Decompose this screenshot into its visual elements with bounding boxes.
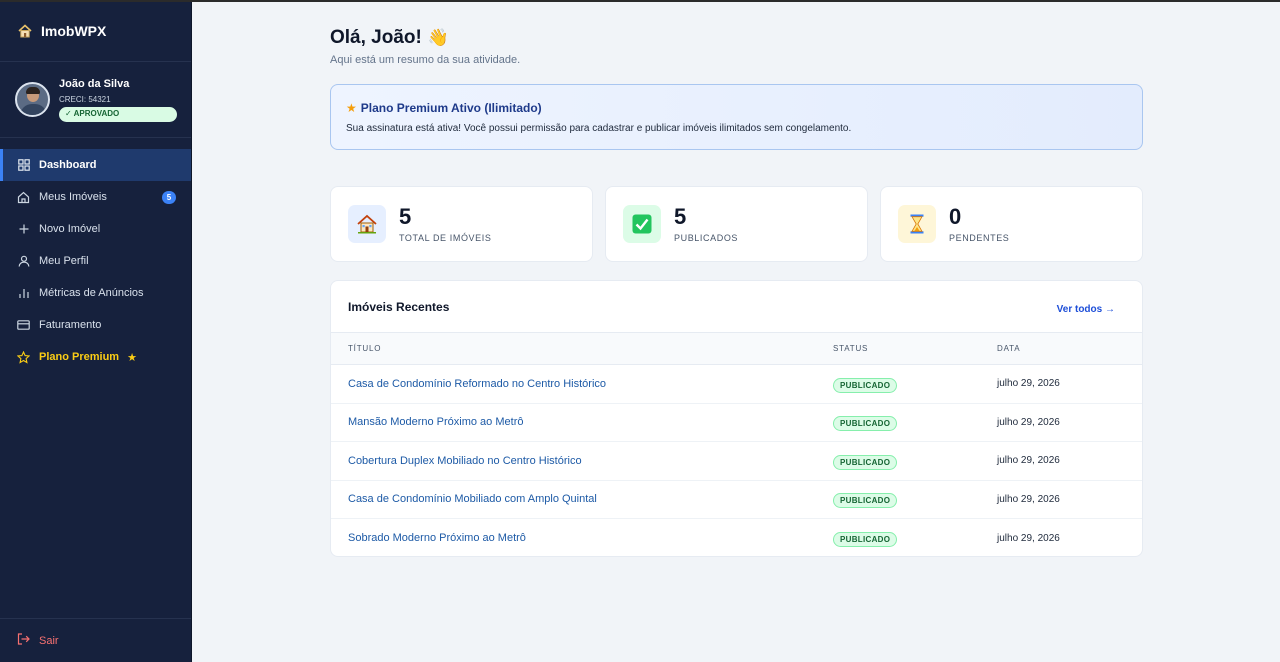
property-title-link[interactable]: Mansão Moderno Próximo ao Metrô [331,416,816,428]
sidebar-item-label: Métricas de Anúncios [39,287,144,299]
user-name: João da Silva [59,77,130,90]
main-content: Olá, João! 👋 Aqui está um resumo da sua … [330,26,1143,557]
avatar[interactable] [15,82,50,117]
page-title: Olá, João! 👋 [330,26,1143,50]
status-badge: PUBLICADO [833,377,898,393]
sidebar-item-faturamento[interactable]: Faturamento [0,309,191,341]
status-badge: PUBLICADO [833,454,898,470]
stat-card-publicados: 5 PUBLICADOS [605,186,868,262]
table-row: Casa de Condomínio Reformado no Centro H… [331,365,1142,404]
stat-label: PUBLICADOS [674,233,739,243]
column-header-title[interactable]: TÍTULO [331,344,816,353]
property-title-link[interactable]: Casa de Condomínio Reformado no Centro H… [331,378,816,390]
brand-name: ImobWPX [41,22,107,39]
premium-status-banner: ★ Plano Premium Ativo (Ilimitado) Sua as… [330,84,1143,150]
column-header-date[interactable]: DATA [980,344,1020,353]
sidebar-item-dashboard[interactable]: Dashboard [0,149,191,181]
sidebar-item-label: Plano Premium [39,351,120,363]
property-date: julho 29, 2026 [997,416,1060,428]
premium-banner-title: ★ Plano Premium Ativo (Ilimitado) [346,101,1127,115]
stat-card-total: 5 TOTAL DE IMÓVEIS [330,186,593,262]
sidebar-item-metricas[interactable]: Métricas de Anúncios [0,277,191,309]
sidebar-item-label: Meu Perfil [39,255,89,267]
home-icon [17,191,30,204]
sidebar-item-label: Meus Imóveis [39,191,107,203]
grid-icon [17,159,30,172]
user-card: João da Silva CRECI: 54321 ✓ APROVADO [0,62,191,138]
table-body: Casa de Condomínio Reformado no Centro H… [331,365,1142,556]
sidebar-item-label: Faturamento [39,319,102,331]
premium-title-text: Plano Premium Ativo (Ilimitado) [360,101,542,115]
status-badge: PUBLICADO [833,532,898,548]
stat-value: 5 [674,204,687,229]
property-date: julho 29, 2026 [997,455,1060,467]
sidebar-item-meu-perfil[interactable]: Meu Perfil [0,245,191,277]
hourglass-icon [898,205,936,243]
stat-label: TOTAL DE IMÓVEIS [399,233,492,243]
user-icon [17,255,30,268]
house-icon [348,205,386,243]
sidebar-item-label: Novo Imóvel [39,223,101,235]
sidebar-nav: Dashboard Meus Imóveis 5 Novo Imóvel Meu… [0,149,191,373]
properties-count-badge: 5 [162,191,176,204]
window-top-border [0,0,1280,2]
stat-value: 5 [399,204,412,229]
property-title-link[interactable]: Sobrado Moderno Próximo ao Metrô [331,532,816,544]
stats-row: 5 TOTAL DE IMÓVEIS 5 PUBLICADOS 0 PENDEN… [330,186,1143,262]
property-title-link[interactable]: Casa de Condomínio Mobiliado com Amplo Q… [331,493,816,505]
page-subtitle: Aqui está um resumo da sua atividade. [330,54,521,66]
greeting-text: Olá, João! [330,27,422,48]
sidebar-item-novo-imovel[interactable]: Novo Imóvel [0,213,191,245]
bar-chart-icon [17,287,30,300]
table-row: Mansão Moderno Próximo ao Metrô PUBLICAD… [331,404,1142,442]
status-badge: PUBLICADO [833,416,898,432]
sidebar-item-plano-premium[interactable]: Plano Premium ★ [0,341,191,373]
column-header-status[interactable]: STATUS [816,344,980,353]
see-all-link[interactable]: Ver todos → [1057,304,1115,315]
star-outline-icon [17,350,30,364]
sidebar-item-meus-imoveis[interactable]: Meus Imóveis 5 [0,181,191,213]
sidebar: ImobWPX João da Silva CRECI: 54321 ✓ APR… [0,0,192,662]
approved-badge: ✓ APROVADO [59,106,177,122]
recent-properties-card: Imóveis Recentes Ver todos → TÍTULO STAT… [330,280,1143,557]
stat-value: 0 [949,204,962,229]
premium-star-icon: ★ [127,351,137,364]
table-row: Cobertura Duplex Mobiliado no Centro His… [331,442,1142,481]
plus-icon [17,223,30,236]
user-creci: CRECI: 54321 [59,94,111,104]
premium-banner-description: Sua assinatura está ativa! Você possui p… [346,123,852,134]
property-title-link[interactable]: Cobertura Duplex Mobiliado no Centro His… [331,455,816,467]
credit-card-icon [17,319,30,332]
table-row: Casa de Condomínio Mobiliado com Amplo Q… [331,481,1142,519]
status-badge: PUBLICADO [833,493,898,509]
property-date: julho 29, 2026 [997,493,1060,505]
property-date: julho 29, 2026 [997,532,1060,544]
logout-button[interactable]: Sair [0,618,191,662]
star-icon: ★ [346,101,357,115]
check-box-icon [623,205,661,243]
logout-label: Sair [39,634,59,647]
stat-card-pendentes: 0 PENDENTES [880,186,1143,262]
house-logo-icon [17,23,33,39]
table-header: TÍTULO STATUS DATA [331,333,1142,365]
table-row: Sobrado Moderno Próximo ao Metrô PUBLICA… [331,519,1142,556]
recent-properties-header: Imóveis Recentes Ver todos → [331,281,1142,333]
waving-hand-icon: 👋 [427,28,450,47]
brand[interactable]: ImobWPX [0,0,191,62]
recent-properties-title: Imóveis Recentes [348,299,450,314]
logout-icon [17,632,30,650]
property-date: julho 29, 2026 [997,378,1060,390]
stat-label: PENDENTES [949,233,1010,243]
sidebar-item-label: Dashboard [39,159,97,171]
